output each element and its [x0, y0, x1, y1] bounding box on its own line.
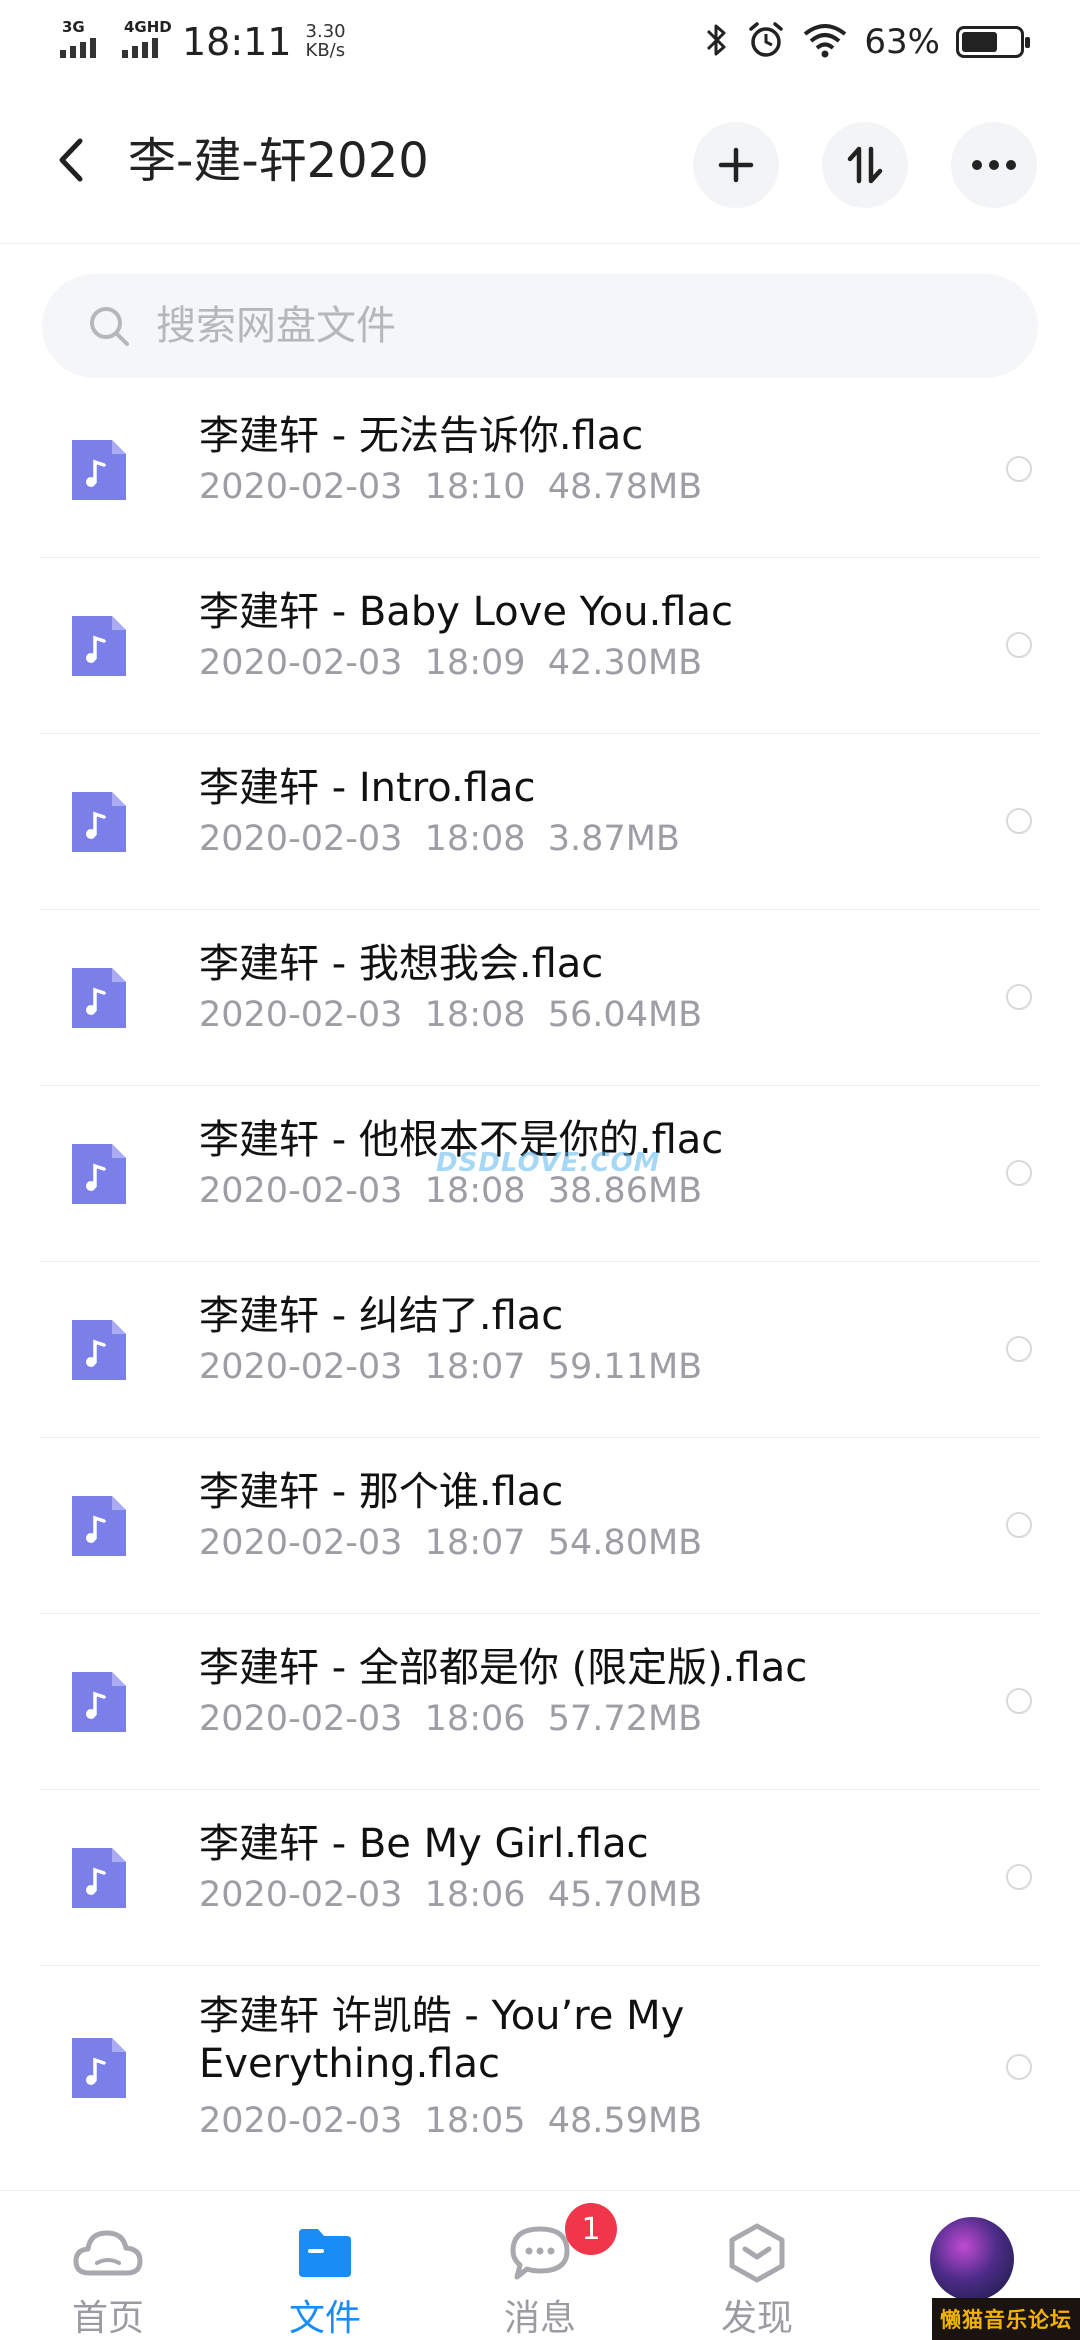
select-radio[interactable] [1006, 808, 1032, 834]
nav-discover[interactable]: 发现 [672, 2191, 842, 2340]
file-meta: 2020-02-03 18:07 59.11MB [199, 1347, 703, 1387]
network-speed: 3.30 KB/s [306, 22, 346, 60]
network-type-label-2: 4GHD [124, 18, 172, 36]
file-meta: 2020-02-03 18:08 56.04MB [199, 995, 703, 1035]
discover-cube-icon [721, 2221, 793, 2285]
file-row[interactable]: 李建轩 - Baby Love You.flac 2020-02-03 18:0… [40, 558, 1040, 734]
file-name: 李建轩 - 全部都是你 (限定版).flac [199, 1645, 808, 1691]
page-title: 李-建-轩2020 [128, 133, 429, 189]
select-radio[interactable] [1006, 1512, 1032, 1538]
file-row[interactable]: 李建轩 - Intro.flac 2020-02-03 18:08 3.87MB [40, 734, 1040, 910]
select-radio[interactable] [1006, 1160, 1032, 1186]
file-meta: 2020-02-03 18:05 48.59MB [199, 2101, 703, 2141]
music-file-icon [72, 968, 126, 1028]
select-radio[interactable] [1006, 1864, 1032, 1890]
bottom-nav: 首页 文件 1 消息 发现 [0, 2190, 1080, 2340]
forum-logo: 懒猫音乐论坛 [932, 2298, 1080, 2340]
file-meta: 2020-02-03 18:07 54.80MB [199, 1523, 703, 1563]
file-name: 李建轩 - 那个谁.flac [199, 1469, 564, 1515]
back-button[interactable] [46, 130, 96, 190]
select-radio[interactable] [1006, 984, 1032, 1010]
watermark: DSDLOVE.COM [436, 1148, 661, 1178]
nav-files[interactable]: 文件 [240, 2191, 410, 2340]
cell-signal-icon: 3G [58, 18, 106, 58]
music-file-icon [72, 1320, 126, 1380]
file-row[interactable]: 李建轩 - 无法告诉你.flac 2020-02-03 18:10 48.78M… [40, 382, 1040, 558]
alarm-icon [746, 20, 786, 64]
select-radio[interactable] [1006, 456, 1032, 482]
nav-home-label: 首页 [71, 2298, 144, 2339]
network-speed-value: 3.30 [305, 21, 346, 42]
battery-icon [956, 26, 1030, 58]
nav-messages-label: 消息 [503, 2298, 576, 2339]
file-name: 李建轩 许凯皓 - You’re My Everything.flac [199, 1993, 685, 2087]
file-name: 李建轩 - Baby Love You.flac [199, 589, 734, 635]
plus-icon [718, 147, 754, 183]
chevron-left-icon [59, 138, 83, 182]
file-row[interactable]: 李建轩 许凯皓 - You’re My Everything.flac 2020… [40, 1966, 1040, 2172]
file-list: 李建轩 - 无法告诉你.flac 2020-02-03 18:10 48.78M… [40, 382, 1040, 2172]
nav-discover-label: 发现 [720, 2298, 793, 2339]
file-row[interactable]: 李建轩 - Be My Girl.flac 2020-02-03 18:06 4… [40, 1790, 1040, 1966]
sort-button[interactable] [822, 122, 908, 208]
more-dots-icon [972, 160, 1016, 170]
music-file-icon [72, 1496, 126, 1556]
search-bar[interactable] [42, 274, 1038, 378]
message-count-badge: 1 [565, 2203, 617, 2255]
network-speed-unit: KB/s [305, 40, 346, 61]
file-name: 李建轩 - 纠结了.flac [199, 1293, 564, 1339]
file-row[interactable]: 李建轩 - 那个谁.flac 2020-02-03 18:07 54.80MB [40, 1438, 1040, 1614]
nav-home[interactable]: 首页 [23, 2191, 193, 2340]
file-row[interactable]: 李建轩 - 全部都是你 (限定版).flac 2020-02-03 18:06 … [40, 1614, 1040, 1790]
file-meta: 2020-02-03 18:09 42.30MB [199, 643, 703, 683]
file-name: 李建轩 - 我想我会.flac [199, 941, 604, 987]
cell-signal-icon-2: 4GHD [120, 18, 172, 58]
status-bar: 3G 4GHD 18:11 3.30 KB/s 63% [0, 0, 1080, 86]
file-name: 李建轩 - Intro.flac [199, 765, 536, 811]
select-radio[interactable] [1006, 1336, 1032, 1362]
file-meta: 2020-02-03 18:10 48.78MB [199, 467, 703, 507]
music-file-icon [72, 1144, 126, 1204]
network-type-label: 3G [62, 18, 85, 36]
music-file-icon [72, 1672, 126, 1732]
select-radio[interactable] [1006, 1688, 1032, 1714]
bluetooth-icon [704, 21, 730, 63]
file-row[interactable]: 李建轩 - 我想我会.flac 2020-02-03 18:08 56.04MB [40, 910, 1040, 1086]
file-meta: 2020-02-03 18:06 45.70MB [199, 1875, 703, 1915]
status-time: 18:11 [182, 20, 292, 64]
more-button[interactable] [951, 122, 1037, 208]
search-icon [86, 303, 132, 349]
file-name: 李建轩 - 无法告诉你.flac [199, 413, 644, 459]
music-file-icon [72, 2038, 126, 2098]
sort-icon [847, 146, 883, 184]
wifi-icon [802, 22, 848, 62]
file-name: 李建轩 - Be My Girl.flac [199, 1821, 649, 1867]
avatar[interactable] [930, 2217, 1014, 2301]
music-file-icon [72, 1848, 126, 1908]
nav-messages[interactable]: 1 消息 [455, 2191, 625, 2340]
file-row[interactable]: 李建轩 - 纠结了.flac 2020-02-03 18:07 59.11MB [40, 1262, 1040, 1438]
nav-files-label: 文件 [288, 2298, 361, 2339]
cloud-icon [72, 2221, 144, 2285]
select-radio[interactable] [1006, 632, 1032, 658]
search-input[interactable] [156, 303, 956, 349]
file-meta: 2020-02-03 18:08 3.87MB [199, 819, 680, 859]
file-meta: 2020-02-03 18:06 57.72MB [199, 1699, 703, 1739]
add-button[interactable] [693, 122, 779, 208]
top-bar: 李-建-轩2020 [0, 86, 1080, 244]
folder-icon [289, 2221, 361, 2285]
select-radio[interactable] [1006, 2054, 1032, 2080]
battery-percent: 63% [864, 22, 940, 62]
music-file-icon [72, 616, 126, 676]
music-file-icon [72, 792, 126, 852]
music-file-icon [72, 440, 126, 500]
